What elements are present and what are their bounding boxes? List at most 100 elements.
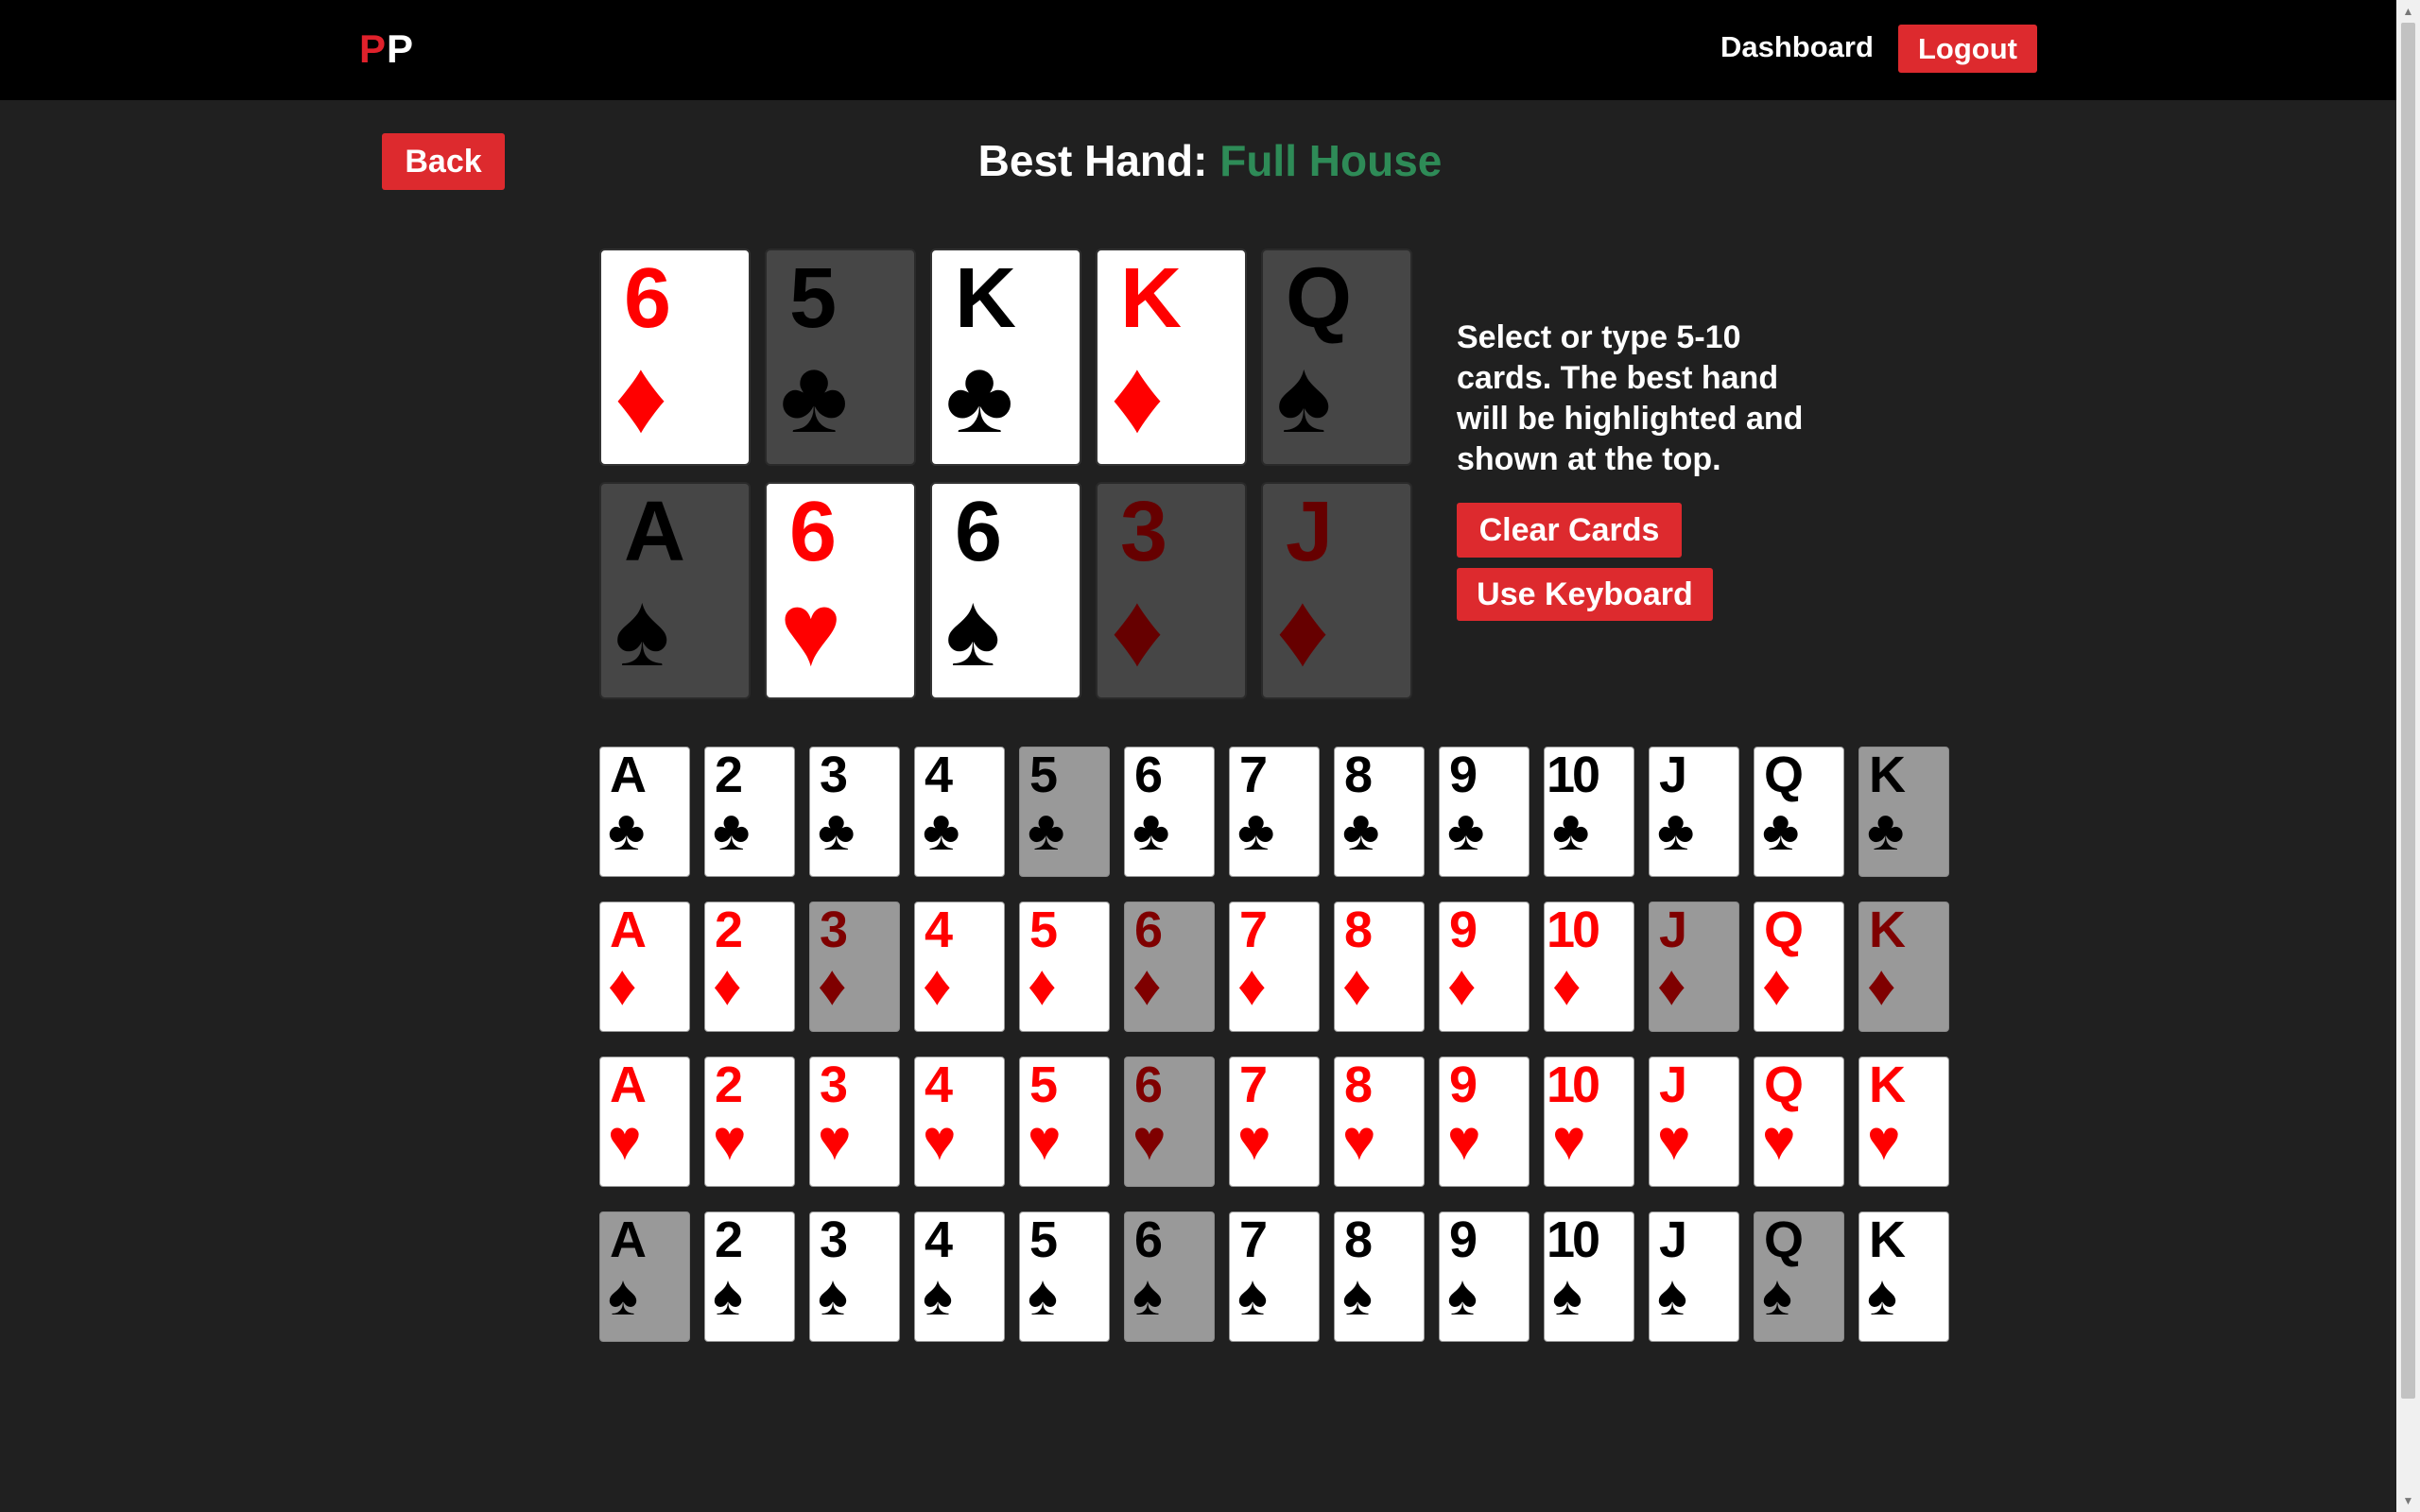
picker-card-7-diamonds[interactable]: 7 ♦ (1229, 902, 1320, 1032)
card-rank: 9 (1449, 747, 1478, 803)
card-rank: 5 (1029, 1211, 1059, 1268)
picker-card-7-clubs[interactable]: 7 ♣ (1229, 747, 1320, 877)
picker-card-q-spades[interactable]: Q ♠ (1754, 1211, 1844, 1342)
picker-card-6-hearts[interactable]: 6 ♥ (1124, 1057, 1215, 1187)
card-suit-icon: ♦ (1276, 572, 1330, 688)
picker-card-q-hearts[interactable]: Q ♥ (1754, 1057, 1844, 1187)
hearts-icon: ♥ (1132, 1108, 1167, 1172)
picker-card-4-clubs[interactable]: 4 ♣ (914, 747, 1005, 877)
picker-card-8-spades[interactable]: 8 ♠ (1334, 1211, 1425, 1342)
picker-card-2-spades[interactable]: 2 ♠ (704, 1211, 795, 1342)
picker-card-k-hearts[interactable]: K ♥ (1858, 1057, 1949, 1187)
best-hand-title: Best Hand: Full House (0, 135, 2420, 186)
picker-card-5-spades[interactable]: 5 ♠ (1019, 1211, 1110, 1342)
spades-icon: ♠ (1132, 1263, 1163, 1327)
picker-card-k-diamonds[interactable]: K ♦ (1858, 902, 1949, 1032)
hearts-icon: ♥ (608, 1108, 642, 1172)
card-rank: 7 (1239, 747, 1269, 803)
dashboard-link[interactable]: Dashboard (1720, 30, 1874, 64)
scrollbar-thumb[interactable] (2401, 23, 2415, 1399)
spades-icon: ♠ (923, 1263, 953, 1327)
picker-card-3-clubs[interactable]: 3 ♣ (809, 747, 900, 877)
picker-card-8-diamonds[interactable]: 8 ♦ (1334, 902, 1425, 1032)
scroll-down-icon[interactable]: ▼ (2401, 1491, 2415, 1510)
selected-card[interactable]: 5 ♣ (765, 249, 916, 466)
picker-card-a-spades[interactable]: A ♠ (599, 1211, 690, 1342)
card-suit-icon: ♥ (780, 572, 842, 688)
picker-card-2-diamonds[interactable]: 2 ♦ (704, 902, 795, 1032)
use-keyboard-button[interactable]: Use Keyboard (1457, 568, 1713, 621)
picker-card-6-spades[interactable]: 6 ♠ (1124, 1211, 1215, 1342)
hearts-icon: ♥ (923, 1108, 957, 1172)
picker-card-9-diamonds[interactable]: 9 ♦ (1439, 902, 1530, 1032)
logout-button[interactable]: Logout (1898, 25, 2037, 73)
card-rank: K (1869, 902, 1906, 958)
picker-card-a-clubs[interactable]: A ♣ (599, 747, 690, 877)
picker-card-8-hearts[interactable]: 8 ♥ (1334, 1057, 1425, 1187)
picker-card-4-spades[interactable]: 4 ♠ (914, 1211, 1005, 1342)
card-suit-icon: ♣ (780, 338, 849, 455)
hearts-icon: ♥ (1867, 1108, 1901, 1172)
selected-card[interactable]: Q ♠ (1261, 249, 1412, 466)
card-rank: 3 (820, 1211, 849, 1268)
selected-card[interactable]: K ♣ (930, 249, 1081, 466)
picker-card-j-clubs[interactable]: J ♣ (1649, 747, 1739, 877)
selected-card[interactable]: A ♠ (599, 482, 751, 699)
card-rank: 3 (1120, 485, 1168, 579)
picker-card-7-hearts[interactable]: 7 ♥ (1229, 1057, 1320, 1187)
selected-card[interactable]: K ♦ (1096, 249, 1247, 466)
picker-card-5-hearts[interactable]: 5 ♥ (1019, 1057, 1110, 1187)
picker-card-8-clubs[interactable]: 8 ♣ (1334, 747, 1425, 877)
spades-icon: ♠ (818, 1263, 848, 1327)
card-rank: 9 (1449, 902, 1478, 958)
picker-card-k-clubs[interactable]: K ♣ (1858, 747, 1949, 877)
picker-card-j-spades[interactable]: J ♠ (1649, 1211, 1739, 1342)
selected-card[interactable]: 6 ♦ (599, 249, 751, 466)
card-rank: 6 (955, 485, 1003, 579)
picker-card-3-hearts[interactable]: 3 ♥ (809, 1057, 900, 1187)
spades-icon: ♠ (1657, 1263, 1687, 1327)
picker-card-2-hearts[interactable]: 2 ♥ (704, 1057, 795, 1187)
picker-card-q-diamonds[interactable]: Q ♦ (1754, 902, 1844, 1032)
card-rank: 6 (1134, 747, 1164, 803)
picker-card-6-diamonds[interactable]: 6 ♦ (1124, 902, 1215, 1032)
clubs-icon: ♣ (1342, 799, 1380, 862)
picker-card-4-hearts[interactable]: 4 ♥ (914, 1057, 1005, 1187)
selected-card[interactable]: J ♦ (1261, 482, 1412, 699)
selected-card[interactable]: 3 ♦ (1096, 482, 1247, 699)
scroll-up-icon[interactable]: ▲ (2401, 2, 2415, 21)
picker-card-3-diamonds[interactable]: 3 ♦ (809, 902, 900, 1032)
picker-card-k-spades[interactable]: K ♠ (1858, 1211, 1949, 1342)
card-rank: K (1869, 747, 1906, 803)
picker-card-9-spades[interactable]: 9 ♠ (1439, 1211, 1530, 1342)
card-rank: 2 (715, 1211, 744, 1268)
picker-card-7-spades[interactable]: 7 ♠ (1229, 1211, 1320, 1342)
picker-card-2-clubs[interactable]: 2 ♣ (704, 747, 795, 877)
clubs-icon: ♣ (818, 799, 856, 862)
diamonds-icon: ♦ (1657, 954, 1686, 1017)
picker-card-10-spades[interactable]: 10 ♠ (1544, 1211, 1634, 1342)
app-logo[interactable]: PP (359, 26, 414, 72)
selected-card[interactable]: 6 ♠ (930, 482, 1081, 699)
picker-card-4-diamonds[interactable]: 4 ♦ (914, 902, 1005, 1032)
picker-card-10-hearts[interactable]: 10 ♥ (1544, 1057, 1634, 1187)
diamonds-icon: ♦ (1132, 954, 1162, 1017)
picker-card-9-hearts[interactable]: 9 ♥ (1439, 1057, 1530, 1187)
picker-card-j-hearts[interactable]: J ♥ (1649, 1057, 1739, 1187)
picker-card-5-clubs[interactable]: 5 ♣ (1019, 747, 1110, 877)
picker-card-a-diamonds[interactable]: A ♦ (599, 902, 690, 1032)
picker-card-6-clubs[interactable]: 6 ♣ (1124, 747, 1215, 877)
picker-card-3-spades[interactable]: 3 ♠ (809, 1211, 900, 1342)
hearts-icon: ♥ (818, 1108, 852, 1172)
clear-cards-button[interactable]: Clear Cards (1457, 503, 1682, 558)
picker-card-9-clubs[interactable]: 9 ♣ (1439, 747, 1530, 877)
picker-card-a-hearts[interactable]: A ♥ (599, 1057, 690, 1187)
picker-card-10-diamonds[interactable]: 10 ♦ (1544, 902, 1634, 1032)
picker-card-q-clubs[interactable]: Q ♣ (1754, 747, 1844, 877)
card-rank: 10 (1547, 1211, 1600, 1268)
picker-card-j-diamonds[interactable]: J ♦ (1649, 902, 1739, 1032)
picker-card-10-clubs[interactable]: 10 ♣ (1544, 747, 1634, 877)
selected-card[interactable]: 6 ♥ (765, 482, 916, 699)
picker-card-5-diamonds[interactable]: 5 ♦ (1019, 902, 1110, 1032)
best-hand-label: Best Hand: (977, 136, 1208, 185)
